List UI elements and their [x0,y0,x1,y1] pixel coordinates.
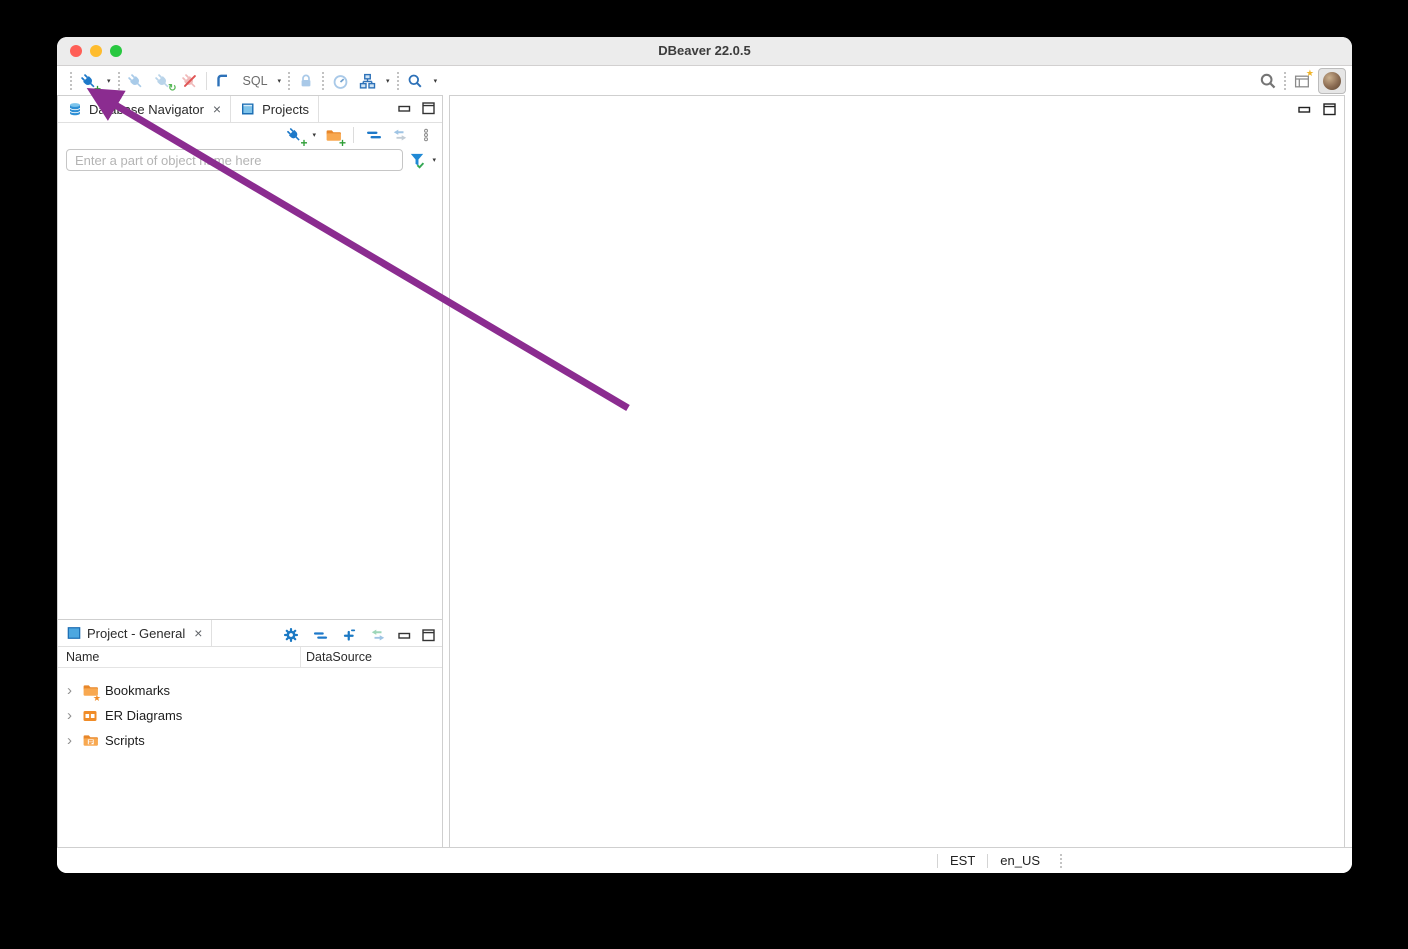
toolbar-separator [322,72,325,90]
tab-label: Project - General [87,625,186,641]
plus-badge: + [93,82,101,96]
user-profile-button[interactable] [1318,68,1346,94]
sql-editor-dropdown[interactable]: ▾ [278,78,282,85]
filter-icon[interactable] [408,151,426,169]
link-with-editor-icon[interactable] [391,126,409,144]
projects-icon [242,103,254,115]
toolbar-separator [288,72,291,90]
maximize-editor-icon[interactable] [1323,103,1336,116]
navigator-tab-bar: Database Navigator × Projects [58,96,442,123]
beaver-avatar-icon [1323,72,1341,90]
tab-projects[interactable]: Projects [231,96,320,122]
plus-badge: + [338,136,346,150]
traffic-lights [70,45,122,57]
quick-search-icon[interactable] [1259,72,1277,90]
column-header-name[interactable]: Name [58,647,300,667]
navigator-search-row: ▾ [58,147,442,175]
object-search-input[interactable] [66,149,404,171]
tab-project-general[interactable]: Project - General × [58,620,213,646]
tree-row-label: ER Diagrams [105,708,183,723]
dashboard-icon[interactable] [331,72,349,90]
tab-label: Projects [262,101,310,117]
settings-gear-icon[interactable] [282,626,300,644]
lock-icon[interactable] [297,72,315,90]
new-connection-icon[interactable]: + [285,126,307,149]
minimize-editor-icon[interactable] [1298,103,1311,116]
link-with-editor-icon[interactable] [369,626,387,644]
close-tab-icon[interactable]: × [213,102,221,116]
chevron-right-icon[interactable]: › [64,683,75,698]
tab-label: Database Navigator [89,101,204,117]
tree-row-scripts[interactable]: › Scripts [58,728,442,753]
star-badge: ★ [92,692,101,703]
maximize-panel-icon[interactable] [422,628,435,642]
close-tab-icon[interactable]: × [194,626,202,640]
window-title: DBeaver 22.0.5 [658,43,751,58]
tree-row-label: Bookmarks [105,683,171,698]
navigator-toolbar: + ▾ + [58,123,442,149]
navigator-tree-empty[interactable] [58,175,442,615]
status-bar: EST en_US [57,847,1352,873]
sql-editor-label[interactable]: SQL [243,74,268,88]
editor-area[interactable] [449,95,1345,848]
project-tree: › ★ Bookmarks › ER Diagrams › Scripts [58,668,442,753]
bookmarks-folder-icon: ★ [81,682,101,703]
reconnect-icon[interactable]: ↻ [154,72,177,94]
minimize-panel-icon[interactable] [398,629,411,642]
column-header-datasource[interactable]: DataSource [300,647,442,667]
collapse-all-icon[interactable] [365,126,383,144]
dbeaver-window: DBeaver 22.0.5 + ▾ ↻ SQL ▾ ▾ ▾ ★ Databas… [57,37,1352,873]
open-perspective-icon[interactable]: ★ [1293,68,1314,90]
er-diagram-dropdown[interactable]: ▾ [386,78,390,85]
collapse-all-icon[interactable] [311,626,329,644]
new-connection-dropdown[interactable]: ▾ [107,78,111,85]
cycle-badge: ↻ [168,83,177,94]
toolbar-separator [1284,72,1286,90]
connect-icon[interactable] [127,72,145,90]
database-navigator-panel: Database Navigator × Projects + ▾ + Ente… [57,95,443,620]
toolbar-separator [205,72,207,90]
project-tab-bar: Project - General × [58,620,442,647]
project-icon [67,627,81,639]
toolbar-separator [70,72,72,90]
tab-database-navigator[interactable]: Database Navigator × [58,96,232,122]
minimize-window-button[interactable] [90,45,102,57]
zoom-window-button[interactable] [110,45,122,57]
workbench-content: Database Navigator × Projects + ▾ + Ente… [57,95,1352,848]
database-icon [69,103,81,116]
disconnect-icon[interactable] [181,72,199,90]
er-diagrams-icon [81,707,99,725]
er-diagram-icon[interactable] [358,72,376,90]
tree-row-er-diagrams[interactable]: › ER Diagrams [58,703,442,728]
maximize-panel-icon[interactable] [422,102,435,115]
titlebar: DBeaver 22.0.5 [57,37,1352,66]
status-grip [1060,853,1066,868]
tree-row-bookmarks[interactable]: › ★ Bookmarks [58,678,442,703]
new-connection-dropdown[interactable]: ▾ [312,132,316,139]
scripts-folder-icon [81,732,99,750]
new-folder-icon[interactable]: + [324,126,346,149]
toolbar-separator [353,127,354,143]
toolbar-separator [117,72,120,90]
project-table-header: Name DataSource [58,647,442,668]
project-general-panel: Project - General × Name DataSource › ★ … [57,620,443,848]
minimize-panel-icon[interactable] [398,102,411,115]
main-toolbar: + ▾ ↻ SQL ▾ ▾ ▾ ★ [57,66,1352,96]
filter-dropdown[interactable]: ▾ [432,157,436,164]
search-icon[interactable] [406,72,424,90]
close-window-button[interactable] [70,45,82,57]
tree-row-label: Scripts [105,733,145,748]
new-connection-icon[interactable]: + [79,72,101,95]
status-locale[interactable]: en_US [988,853,1052,868]
star-badge: ★ [1305,68,1314,78]
status-timezone[interactable]: EST [938,853,987,868]
chevron-right-icon[interactable]: › [64,708,75,723]
toolbar-separator [396,72,399,90]
view-menu-icon[interactable] [417,126,435,144]
sql-editor-icon[interactable] [214,72,232,90]
expand-all-icon[interactable] [340,626,358,644]
search-dropdown[interactable]: ▾ [434,78,438,85]
chevron-right-icon[interactable]: › [64,733,75,748]
plus-badge: + [300,136,308,150]
